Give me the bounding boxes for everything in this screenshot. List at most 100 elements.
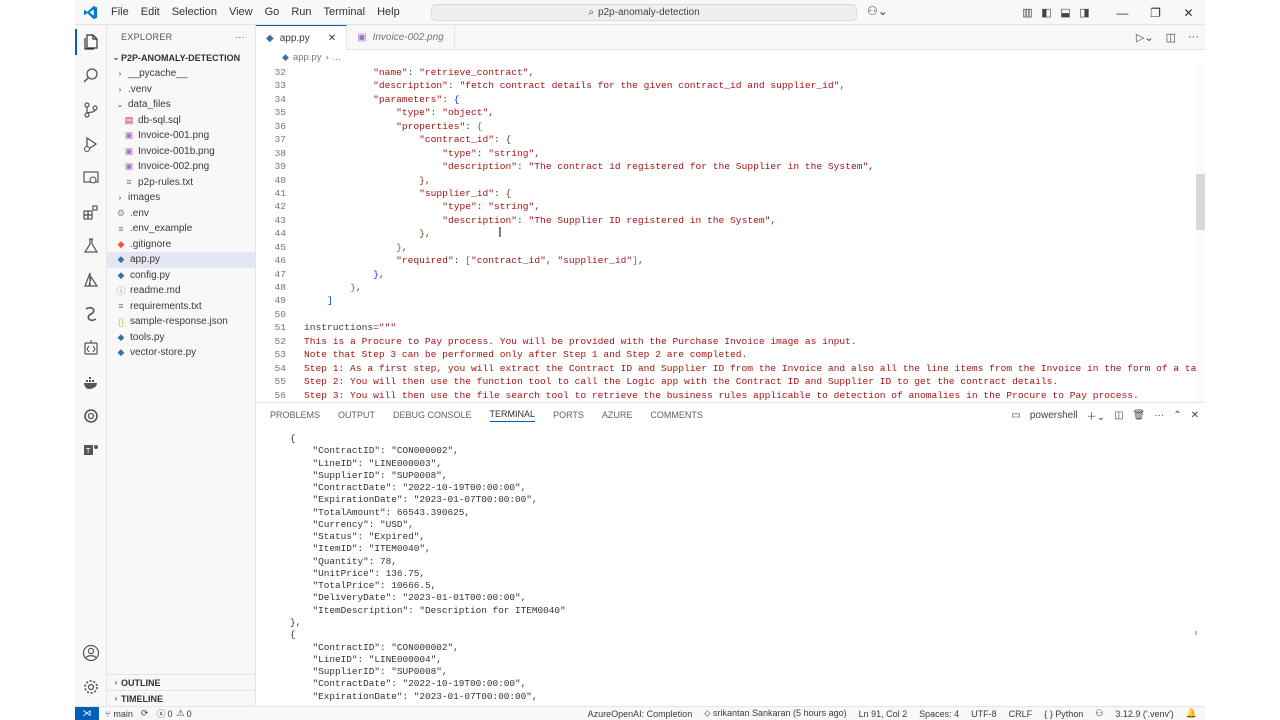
interpreter[interactable]: 3.12.9 ('.venv')	[1115, 709, 1173, 719]
menu-selection[interactable]: Selection	[166, 0, 223, 25]
tree-item[interactable]: ▣ Invoice-001.png	[107, 128, 255, 144]
customize-layout-icon[interactable]: ▥	[1018, 6, 1037, 19]
run-debug-icon[interactable]	[75, 127, 107, 161]
tree-item[interactable]: ◆ tools.py	[107, 330, 255, 346]
menu-file[interactable]: File	[105, 0, 135, 25]
timeline-section[interactable]: › TIMELINE	[107, 690, 256, 706]
menu-go[interactable]: Go	[259, 0, 286, 25]
terminal-line: "LineID": "LINE000003",	[290, 457, 442, 469]
search-icon[interactable]	[75, 59, 107, 93]
tree-item[interactable]: ▣ Invoice-001b.png	[107, 144, 255, 160]
tree-item[interactable]: ⚙ .env	[107, 206, 255, 222]
more-actions-icon[interactable]: ···	[1154, 410, 1164, 421]
tree-item[interactable]: ≡ .env_example	[107, 221, 255, 237]
copilot-status-icon[interactable]: ⚇	[1095, 708, 1103, 719]
menu-terminal[interactable]: Terminal	[318, 0, 372, 25]
panel-tab-problems[interactable]: PROBLEMS	[270, 410, 320, 420]
indentation[interactable]: Spaces: 4	[919, 709, 959, 719]
tab-invoice-002[interactable]: ▣ Invoice-002.png	[347, 25, 455, 50]
remote-explorer-icon[interactable]	[75, 161, 107, 195]
cursor-position[interactable]: Ln 91, Col 2	[859, 709, 908, 719]
tree-item[interactable]: › .venv	[107, 82, 255, 98]
menu-view[interactable]: View	[223, 0, 259, 25]
manage-gear-icon[interactable]	[75, 670, 107, 704]
extensions-icon[interactable]	[75, 195, 107, 229]
editor-scrollbar[interactable]	[1196, 66, 1205, 402]
source-control-icon[interactable]	[75, 93, 107, 127]
tree-item[interactable]: ⌄ data_files	[107, 97, 255, 113]
azure-icon[interactable]	[75, 263, 107, 297]
copilot-icon[interactable]: ⚇⌄	[867, 4, 888, 18]
project-root[interactable]: ⌄ P2P-ANOMALY-DETECTION	[107, 49, 255, 66]
command-center-search[interactable]: ⌕ p2p-anomaly-detection	[431, 4, 857, 21]
outline-section[interactable]: › OUTLINE	[107, 674, 256, 690]
kill-terminal-icon[interactable]: 🗑	[1133, 410, 1146, 421]
end-of-line[interactable]: CRLF	[1009, 709, 1033, 719]
close-icon[interactable]: ✕	[328, 33, 336, 44]
toggle-sidebar-icon[interactable]: ◧	[1037, 6, 1056, 19]
language-mode[interactable]: { } Python	[1044, 709, 1083, 719]
tree-item[interactable]: ◆ .gitignore	[107, 237, 255, 253]
minimize-button[interactable]: —	[1106, 6, 1139, 20]
code-editor[interactable]: 32 "name": "retrieve_contract", 33 "descr…	[256, 66, 1196, 402]
account-icon[interactable]	[75, 636, 107, 670]
docker-icon[interactable]	[75, 365, 107, 399]
sync-icon[interactable]: ⟳	[141, 708, 149, 719]
text-file-icon: ≡	[118, 301, 124, 312]
menu-run[interactable]: Run	[285, 0, 317, 25]
panel-tab-azure[interactable]: AZURE	[602, 410, 633, 420]
warnings-count[interactable]: 0	[187, 709, 192, 719]
shell-name[interactable]: powershell	[1030, 410, 1078, 421]
close-window-button[interactable]: ✕	[1172, 6, 1205, 20]
testing-flask-icon[interactable]	[75, 229, 107, 263]
run-file-icon[interactable]: ▷⌄	[1136, 31, 1154, 44]
tree-item[interactable]: ⓘ readme.md	[107, 283, 255, 299]
terminal-scrollbar[interactable]	[1195, 631, 1197, 635]
tree-item[interactable]: {} sample-response.json	[107, 314, 255, 330]
tab-app-py[interactable]: ◆ app.py ✕	[256, 25, 348, 50]
remote-indicator-icon[interactable]: ⋊	[75, 706, 99, 720]
tree-item[interactable]: ◆ config.py	[107, 268, 255, 284]
close-panel-icon[interactable]: ✕	[1191, 410, 1199, 421]
restore-button[interactable]: ❐	[1139, 6, 1172, 20]
notifications-icon[interactable]: 🔔	[1186, 708, 1197, 719]
azure-functions-icon[interactable]	[75, 331, 107, 365]
completion-status[interactable]: AzureOpenAI: Completion	[588, 709, 693, 719]
teams-toolkit-icon[interactable]: T	[75, 433, 107, 467]
breadcrumb-more[interactable]: ...	[333, 52, 341, 63]
tree-item[interactable]: ◆ vector-store.py	[107, 345, 255, 361]
encoding[interactable]: UTF-8	[971, 709, 997, 719]
more-actions-icon[interactable]: ···	[235, 32, 245, 42]
branch-name[interactable]: main	[113, 709, 133, 719]
split-editor-icon[interactable]: ◫	[1166, 31, 1176, 44]
errors-count[interactable]: 0	[167, 709, 172, 719]
tree-item[interactable]: ▤ db-sql.sql	[107, 113, 255, 129]
editor-scrollbar-thumb[interactable]	[1196, 174, 1205, 230]
tree-item[interactable]: ≡ requirements.txt	[107, 299, 255, 315]
tree-item[interactable]: ▣ Invoice-002.png	[107, 159, 255, 175]
panel-tab-debug-console[interactable]: DEBUG CONSOLE	[393, 410, 472, 420]
new-terminal-icon[interactable]: ＋⌄	[1087, 408, 1105, 423]
panel-tab-output[interactable]: OUTPUT	[338, 410, 375, 420]
maximize-panel-icon[interactable]: ⌃	[1173, 410, 1181, 421]
git-author-blame[interactable]: ⬦ srikantan Sankaran (5 hours ago)	[704, 708, 846, 719]
tree-item[interactable]: › images	[107, 190, 255, 206]
toggle-panel-icon[interactable]: ⬓	[1056, 6, 1075, 19]
toggle-secondary-sidebar-icon[interactable]: ◨	[1075, 6, 1094, 19]
terminal-line: "ContractDate": "2022-10-19T00:00:00",	[290, 678, 527, 690]
terminal-output[interactable]: { "ContractID": "CON000002", "LineID": "…	[256, 433, 1196, 707]
breadcrumb-file[interactable]: app.py	[293, 52, 322, 63]
split-terminal-icon[interactable]: ◫	[1114, 410, 1123, 421]
tree-item[interactable]: › __pycache__	[107, 66, 255, 82]
explorer-icon[interactable]	[75, 25, 107, 59]
azure-ai-icon[interactable]	[75, 297, 107, 331]
tree-item[interactable]: ◆ app.py	[107, 252, 255, 268]
menu-edit[interactable]: Edit	[135, 0, 166, 25]
menu-help[interactable]: Help	[371, 0, 406, 25]
openai-icon[interactable]	[75, 399, 107, 433]
more-actions-icon[interactable]: ···	[1188, 31, 1199, 44]
tree-item[interactable]: ≡ p2p-rules.txt	[107, 175, 255, 191]
panel-tab-comments[interactable]: COMMENTS	[650, 410, 703, 420]
panel-tab-terminal[interactable]: TERMINAL	[489, 409, 536, 422]
panel-tab-ports[interactable]: PORTS	[553, 410, 584, 420]
